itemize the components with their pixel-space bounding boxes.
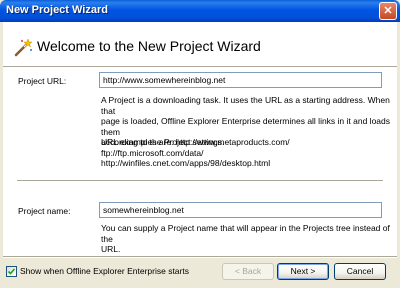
- url-description-line: page is loaded, Offline Explorer Enterpr…: [101, 116, 390, 137]
- magic-wand-icon: [14, 38, 33, 57]
- url-description-line: A Project is a downloading task. It uses…: [101, 95, 390, 116]
- footer-divider: [3, 256, 397, 258]
- url-examples-line: http://winfiles.cnet.com/apps/98/desktop…: [101, 158, 271, 168]
- project-url-label: Project URL:: [18, 76, 67, 86]
- show-on-start-checkbox[interactable]: [6, 266, 17, 277]
- project-name-input[interactable]: somewhereinblog.net: [99, 202, 382, 218]
- cancel-button[interactable]: Cancel: [334, 263, 386, 280]
- name-description: You can supply a Project name that will …: [101, 223, 391, 255]
- url-examples: URL examples are: http://www.metaproduct…: [101, 137, 391, 169]
- checkmark-icon: [7, 268, 16, 275]
- wizard-heading: Welcome to the New Project Wizard: [37, 38, 261, 54]
- wizard-header: Welcome to the New Project Wizard: [3, 22, 397, 66]
- next-button[interactable]: Next >: [277, 263, 329, 280]
- wizard-window: New Project Wizard ✕ Welcome to the New …: [0, 0, 400, 288]
- project-name-label: Project name:: [18, 206, 71, 216]
- window-title: New Project Wizard: [6, 4, 108, 16]
- section-divider: [17, 180, 383, 182]
- wizard-content: Project URL: http://www.somewhereinblog.…: [3, 68, 397, 256]
- back-button[interactable]: < Back: [222, 263, 274, 280]
- name-description-line: You can supply a Project name that will …: [101, 223, 390, 244]
- name-description-line: URL.: [101, 244, 121, 254]
- project-url-input[interactable]: http://www.somewhereinblog.net: [99, 72, 382, 88]
- url-examples-line: URL examples are: http://www.metaproduct…: [101, 137, 290, 158]
- close-icon: ✕: [383, 5, 393, 17]
- show-on-start-label[interactable]: Show when Offline Explorer Enterprise st…: [20, 266, 189, 276]
- title-bar[interactable]: New Project Wizard ✕: [0, 0, 400, 22]
- close-button[interactable]: ✕: [379, 2, 397, 20]
